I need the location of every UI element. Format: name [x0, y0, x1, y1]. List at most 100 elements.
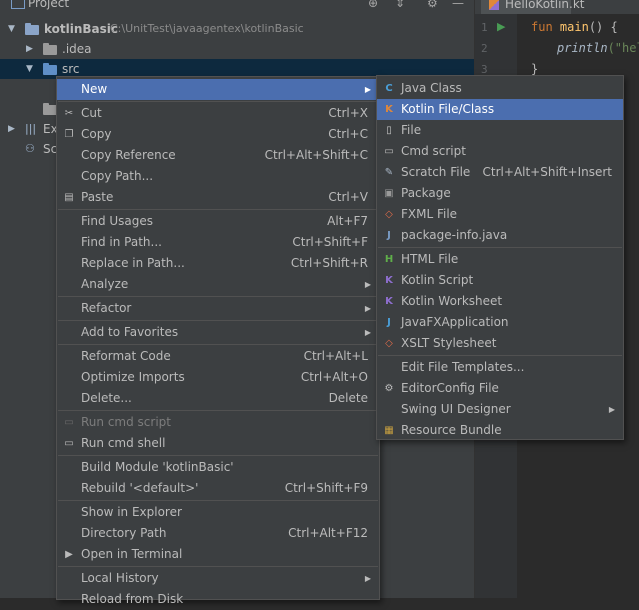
menu-item-analyze[interactable]: Analyze ▶: [57, 274, 379, 295]
menu-item-find-in-path[interactable]: Find in Path... Ctrl+Shift+F: [57, 232, 379, 253]
menu-item-reformat-code[interactable]: Reformat Code Ctrl+Alt+L: [57, 346, 379, 367]
submenu-arrow-icon: ▶: [364, 85, 371, 94]
menu-item-resource-bundle[interactable]: ▦ Resource Bundle: [377, 420, 623, 441]
menu-separator: [378, 247, 622, 248]
menu-item-run-cmd-script: ▭ Run cmd script: [57, 412, 379, 433]
menu-item-delete[interactable]: Delete... Delete: [57, 388, 379, 409]
menu-item-shortcut: Ctrl+V: [328, 190, 368, 204]
menu-item-new[interactable]: New ▶: [57, 79, 379, 100]
menu-item-label: Copy Reference: [81, 148, 176, 162]
project-title[interactable]: Project: [28, 0, 69, 10]
tree-root-label: kotlinBasic: [44, 22, 119, 36]
menu-item-kotlin-script[interactable]: K Kotlin Script: [377, 270, 623, 291]
menu-item-javafxapplication[interactable]: J JavaFXApplication: [377, 312, 623, 333]
new-submenu: C Java Class K Kotlin File/Class ▯ File ▭ Cmd s…: [376, 75, 624, 440]
module-folder-icon: [25, 23, 39, 35]
menu-item-swing-ui-designer[interactable]: Swing UI Designer ▶: [377, 399, 623, 420]
menu-item-scratch-file[interactable]: ✎ Scratch File Ctrl+Alt+Shift+Insert: [377, 162, 623, 183]
menu-item-label: Package: [401, 186, 451, 200]
menu-item-label: XSLT Stylesheet: [401, 336, 497, 350]
menu-item-open-in-terminal[interactable]: ▶ Open in Terminal: [57, 544, 379, 565]
kotlin-file-icon: K: [385, 104, 393, 115]
expand-arrow-icon[interactable]: ▼: [26, 59, 33, 79]
menu-item-label: Run cmd script: [81, 415, 171, 429]
menu-item-label: Reformat Code: [81, 349, 171, 363]
kotlin-worksheet-icon: K: [385, 296, 393, 307]
scratch-file-icon: ✎: [384, 167, 394, 178]
gear-icon[interactable]: ⚙: [427, 0, 438, 10]
menu-item-shortcut: Ctrl+C: [328, 127, 368, 141]
tree-item-label: .idea: [62, 42, 92, 56]
menu-item-shortcut: Ctrl+Alt+Shift+Insert: [482, 165, 612, 179]
menu-item-shortcut: Alt+F7: [327, 214, 368, 228]
menu-item-edit-file-templates[interactable]: Edit File Templates...: [377, 357, 623, 378]
menu-item-label: Cmd script: [401, 144, 466, 158]
submenu-arrow-icon: ▶: [364, 304, 371, 313]
menu-item-copy-reference[interactable]: Copy Reference Ctrl+Alt+Shift+C: [57, 145, 379, 166]
line-number: 1: [481, 21, 488, 34]
menu-separator: [58, 500, 378, 501]
gear-icon: ⚙: [384, 383, 394, 394]
menu-item-package-info-java[interactable]: Jpackage-info.java: [377, 225, 623, 246]
code-line-1: fun main() {: [531, 20, 618, 34]
menu-item-label: package-info.java: [401, 228, 508, 242]
menu-item-label: Refactor: [81, 301, 132, 315]
menu-item-xslt-stylesheet[interactable]: ◇ XSLT Stylesheet: [377, 333, 623, 354]
terminal-icon: ▶: [65, 549, 73, 560]
menu-item-add-to-favorites[interactable]: Add to Favorites ▶: [57, 322, 379, 343]
menu-item-kotlin-worksheet[interactable]: K Kotlin Worksheet: [377, 291, 623, 312]
menu-separator: [58, 410, 378, 411]
menu-item-copy[interactable]: ❐ Copy Ctrl+C: [57, 124, 379, 145]
menu-item-fxml-file[interactable]: ◇ FXML File: [377, 204, 623, 225]
menu-item-java-class[interactable]: C Java Class: [377, 78, 623, 99]
collapse-icon[interactable]: ⇕: [395, 0, 405, 10]
tree-root-path: C:\UnitTest\javaagentex\kotlinBasic: [110, 22, 304, 35]
menu-item-package[interactable]: ▣ Package: [377, 183, 623, 204]
menu-item-reload-from-disk[interactable]: Reload from Disk: [57, 589, 379, 610]
run-icon[interactable]: ▶: [497, 20, 505, 33]
menu-item-run-cmd-shell[interactable]: ▭ Run cmd shell: [57, 433, 379, 454]
menu-separator: [58, 455, 378, 456]
menu-item-cut[interactable]: ✂ Cut Ctrl+X: [57, 103, 379, 124]
menu-item-refactor[interactable]: Refactor ▶: [57, 298, 379, 319]
menu-item-label: Edit File Templates...: [401, 360, 525, 374]
javafx-icon: J: [387, 317, 391, 328]
menu-item-copy-path[interactable]: Copy Path...: [57, 166, 379, 187]
menu-item-label: Kotlin Worksheet: [401, 294, 503, 308]
collapse-arrow-icon[interactable]: ▶: [8, 119, 15, 139]
menu-item-rebuild-default[interactable]: Rebuild '<default>' Ctrl+Shift+F9: [57, 478, 379, 499]
menu-item-replace-in-path[interactable]: Replace in Path... Ctrl+Shift+R: [57, 253, 379, 274]
menu-separator: [58, 101, 378, 102]
tree-item-kotlinbasic[interactable]: ▼ kotlinBasic C:\UnitTest\javaagentex\ko…: [0, 19, 474, 39]
menu-item-shortcut: Ctrl+X: [328, 106, 368, 120]
package-icon: ▣: [384, 188, 394, 199]
target-icon[interactable]: ⊕: [368, 0, 378, 10]
menu-item-label: EditorConfig File: [401, 381, 499, 395]
menu-item-label: Show in Explorer: [81, 505, 182, 519]
menu-item-editorconfig-file[interactable]: ⚙ EditorConfig File: [377, 378, 623, 399]
menu-item-shortcut: Delete: [328, 391, 368, 405]
menu-item-build-module-kotlinbasic[interactable]: Build Module 'kotlinBasic': [57, 457, 379, 478]
menu-item-label: Replace in Path...: [81, 256, 185, 270]
menu-item-optimize-imports[interactable]: Optimize Imports Ctrl+Alt+O: [57, 367, 379, 388]
minimize-icon[interactable]: —: [452, 0, 464, 10]
expand-arrow-icon[interactable]: ▼: [8, 19, 15, 39]
menu-item-label: New: [81, 82, 108, 96]
tree-item-idea[interactable]: ▶ .idea: [0, 39, 474, 59]
editor-tab-hellokotlin[interactable]: HelloKotlin.kt: [481, 0, 584, 14]
submenu-arrow-icon: ▶: [364, 328, 371, 337]
menu-item-paste[interactable]: ▤ Paste Ctrl+V: [57, 187, 379, 208]
menu-item-file[interactable]: ▯ File: [377, 120, 623, 141]
menu-item-kotlin-file-class[interactable]: K Kotlin File/Class: [377, 99, 623, 120]
menu-item-directory-path[interactable]: Directory Path Ctrl+Alt+F12: [57, 523, 379, 544]
menu-separator: [58, 566, 378, 567]
menu-item-show-in-explorer[interactable]: Show in Explorer: [57, 502, 379, 523]
context-menu: New ▶ ✂ Cut Ctrl+X ❐ Copy Ctrl+C Copy Reference C…: [56, 76, 380, 606]
menu-item-cmd-script[interactable]: ▭ Cmd script: [377, 141, 623, 162]
menu-item-find-usages[interactable]: Find Usages Alt+F7: [57, 211, 379, 232]
collapse-arrow-icon[interactable]: ▶: [26, 39, 33, 59]
editor-tab-label: HelloKotlin.kt: [505, 0, 585, 11]
menu-item-html-file[interactable]: H HTML File: [377, 249, 623, 270]
menu-item-local-history[interactable]: Local History ▶: [57, 568, 379, 589]
project-icon: [11, 0, 25, 9]
